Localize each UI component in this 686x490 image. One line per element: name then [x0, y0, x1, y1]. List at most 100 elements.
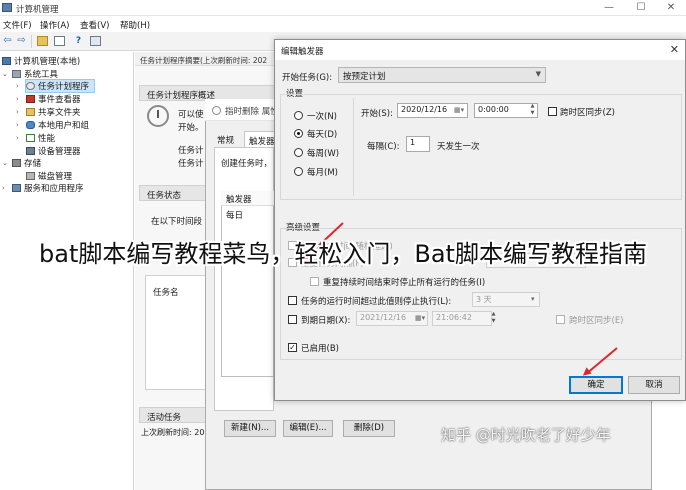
radio-once[interactable] [294, 111, 303, 120]
recur-label: 每隔(C): [367, 142, 400, 152]
minimize-button[interactable]: — [594, 0, 624, 15]
edit-trigger-titlebar: 编辑触发器 ✕ [275, 40, 685, 60]
expire-time-field[interactable]: 21:06:42 [432, 311, 492, 326]
stop-if-longer-label: 任务的运行时间超过此值则停止执行(L): [301, 297, 452, 307]
window-title: 计算机管理 [16, 5, 59, 15]
tree-item-system-tools[interactable]: 系统工具 [12, 68, 58, 80]
stop-if-longer-dropdown[interactable]: 3 天 ▾ [472, 292, 540, 307]
begin-task-dropdown[interactable]: 按预定计划 ▼ [338, 67, 546, 83]
tree-item-event-viewer[interactable]: 事件查看器 [26, 93, 81, 105]
device-manager-icon [26, 147, 35, 155]
expire-sync-checkbox[interactable] [556, 315, 565, 324]
tree-item-device-manager[interactable]: 设备管理器 [26, 145, 81, 157]
menu-view[interactable]: 查看(V) [80, 19, 109, 31]
new-trigger-button[interactable]: 新建(N)... [224, 420, 276, 437]
tree-item-services[interactable]: 服务和应用程序 [12, 182, 84, 194]
services-icon [12, 184, 21, 192]
expand-icon[interactable]: › [16, 108, 19, 116]
computer-management-icon [2, 3, 12, 12]
tree-item-task-scheduler[interactable]: 任务计划程序 [25, 79, 95, 93]
recur-suffix: 天发生一次 [437, 142, 480, 152]
enabled-label: 已启用(B) [301, 344, 339, 354]
clock-icon [26, 82, 35, 90]
menu-action[interactable]: 操作(A) [40, 19, 69, 31]
expand-icon[interactable]: › [2, 184, 5, 192]
calendar-icon[interactable]: ▦▾ [415, 314, 425, 322]
sync-timezone-checkbox[interactable] [548, 107, 557, 116]
arrow-left-icon[interactable]: ⇦ [1, 35, 14, 47]
show-hide-tree-icon[interactable] [54, 36, 65, 46]
tree-item-storage[interactable]: 存储 [12, 157, 41, 169]
stop-repeat-checkbox[interactable] [310, 277, 319, 286]
menu-file[interactable]: 文件(F) [3, 19, 32, 31]
table-row[interactable]: 每日 [222, 207, 274, 221]
status-text: 在以下时间段 [151, 217, 203, 227]
radio-monthly[interactable] [294, 167, 303, 176]
arrow-right-icon[interactable]: ⇨ [15, 35, 28, 47]
maximize-button[interactable]: ☐ [626, 0, 656, 15]
overview-text-3: 任务计 [178, 146, 204, 156]
create-task-hint: 创建任务时， [221, 159, 273, 169]
time-spinner[interactable]: ▲ ▼ [489, 311, 498, 325]
disk-icon [26, 172, 35, 180]
help-icon[interactable]: ? [72, 35, 85, 47]
triggers-column-header[interactable]: 触发器 [221, 191, 274, 206]
menu-bar: 文件(F) 操作(A) 查看(V) 帮助(H) [0, 16, 686, 32]
begin-task-label: 开始任务(G): [282, 73, 333, 83]
expire-checkbox[interactable] [288, 315, 297, 324]
tree-root[interactable]: 计算机管理(本地) [2, 55, 80, 67]
calendar-icon[interactable]: ▦▾ [454, 106, 464, 114]
radio-once-label: 一次(N) [307, 112, 337, 122]
delete-trigger-button[interactable]: 删除(D) [343, 420, 395, 437]
overlay-caption: bat脚本编写教程菜鸟，轻松入门，Bat脚本编写教程指南 [39, 240, 647, 268]
edit-trigger-button[interactable]: 编辑(E)... [283, 420, 333, 437]
enabled-checkbox[interactable]: ✓ [288, 343, 297, 352]
collapse-icon[interactable]: ⌄ [2, 70, 8, 78]
close-icon[interactable]: ✕ [670, 43, 679, 56]
overview-text-1: 可以使 [178, 110, 204, 120]
expand-icon[interactable]: › [16, 82, 19, 90]
event-log-icon [26, 95, 35, 103]
folder-up-icon[interactable] [37, 36, 48, 46]
radio-daily-label: 每天(D) [307, 130, 338, 140]
tools-icon [12, 70, 21, 78]
tree-item-local-users[interactable]: 本地用户和组 [26, 119, 89, 131]
summary-header: 任务计划程序摘要(上次刷新时间: 202 [135, 52, 275, 66]
radio-weekly[interactable] [294, 148, 303, 157]
edit-trigger-title: 编辑触发器 [281, 47, 324, 57]
toolbar-separator [31, 35, 32, 48]
last-refresh-text: 上次刷新时间: 20 [141, 428, 205, 437]
users-icon [26, 121, 35, 129]
task-name-column[interactable]: 任务名 [153, 286, 179, 298]
expand-icon[interactable]: › [16, 95, 19, 103]
tree-item-disk-management[interactable]: 磁盘管理 [26, 170, 72, 182]
radio-weekly-label: 每周(W) [307, 149, 340, 159]
tab-general[interactable]: 常规 [213, 131, 238, 147]
radio-daily[interactable] [294, 129, 303, 138]
time-spinner[interactable]: ▲ ▼ [528, 103, 537, 117]
tree-item-shared-folders[interactable]: 共享文件夹 [26, 106, 81, 118]
expand-icon[interactable]: › [16, 121, 19, 129]
radio-monthly-label: 每月(M) [307, 168, 338, 178]
close-button[interactable]: ✕ [656, 0, 686, 15]
start-date-field[interactable]: 2020/12/16 ▦▾ [397, 103, 468, 118]
settings-divider [353, 98, 354, 196]
watermark: 知乎 @时光吹老了好少年 [441, 426, 611, 444]
chevron-down-icon: ▼ [535, 70, 541, 78]
cancel-button[interactable]: 取消 [628, 376, 680, 394]
sync-timezone-label: 跨时区同步(Z) [560, 108, 615, 118]
properties-icon[interactable] [90, 36, 101, 46]
stop-if-longer-checkbox[interactable] [288, 296, 297, 305]
menu-help[interactable]: 帮助(H) [120, 19, 150, 31]
collapse-icon[interactable]: ⌄ [2, 159, 8, 167]
expire-date-field[interactable]: 2021/12/16 ▦▾ [356, 311, 428, 326]
stop-repeat-label: 重复持续时间结束时停止所有运行的任务(I) [323, 278, 486, 288]
overview-text-4: 任务计 [178, 159, 204, 169]
expire-label: 到期日期(X): [301, 316, 351, 326]
tree-item-performance[interactable]: 性能 [26, 132, 55, 144]
task-icon [212, 106, 221, 115]
recur-days-field[interactable]: 1 [406, 136, 430, 152]
shared-folder-icon [26, 108, 35, 116]
expand-icon[interactable]: › [16, 134, 19, 142]
ok-button[interactable]: 确定 [569, 376, 623, 394]
